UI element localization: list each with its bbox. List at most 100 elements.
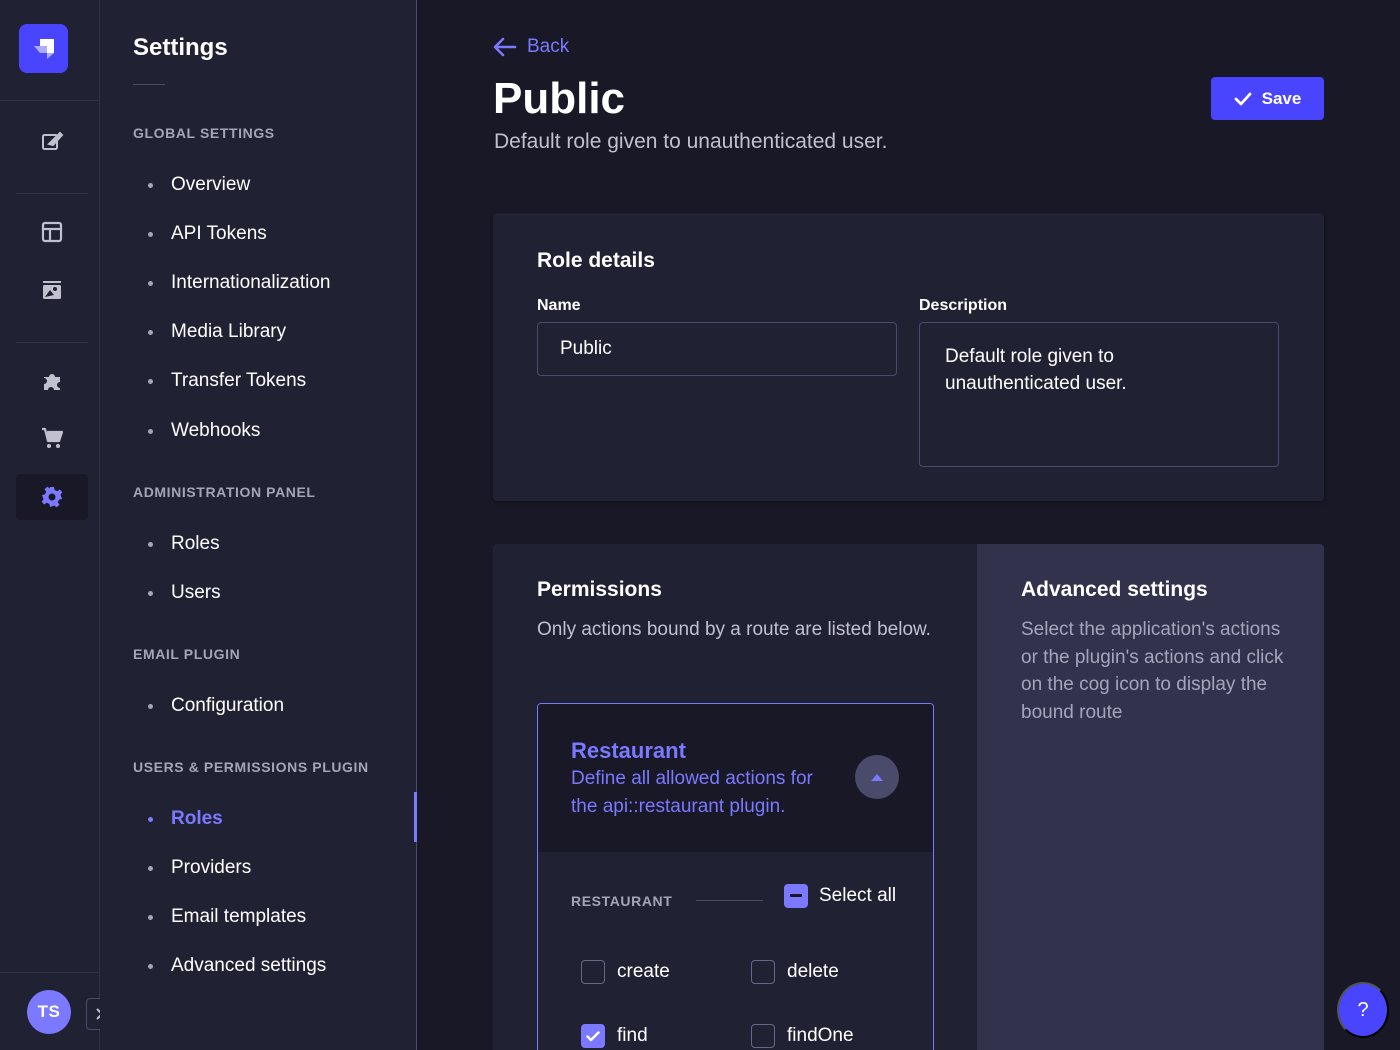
shopping-cart-icon	[42, 427, 64, 448]
role-details-card: Role details Name Public Description Def…	[493, 213, 1324, 501]
advanced-settings-description: Select the application's actions or the …	[1021, 619, 1284, 723]
name-label: Name	[537, 297, 581, 314]
action-label: delete	[787, 961, 839, 982]
accordion-title: Restaurant	[571, 738, 686, 763]
nav-item-api-tokens[interactable]: API Tokens	[100, 213, 416, 255]
strapi-logo-icon	[33, 38, 54, 59]
action-find-checkbox[interactable]: find	[581, 1024, 648, 1048]
rail-divider	[0, 972, 100, 973]
back-link[interactable]: Back	[493, 33, 569, 61]
nav-item-label: Configuration	[171, 695, 285, 716]
nav-item-label: Advanced settings	[171, 955, 327, 976]
nav-item-label: API Tokens	[171, 223, 267, 244]
action-label: find	[617, 1025, 648, 1046]
nav-item-configuration[interactable]: Configuration	[100, 685, 416, 727]
nav-section-global-settings: Global Settings	[133, 125, 275, 141]
page-subtitle: Default role given to unauthenticated us…	[494, 130, 888, 153]
checkbox-icon	[581, 960, 605, 984]
action-delete-checkbox[interactable]: delete	[751, 960, 839, 984]
settings-nav-title: Settings	[133, 34, 228, 61]
section-divider	[696, 900, 763, 901]
rail-divider	[16, 342, 88, 343]
nav-item-users[interactable]: Users	[100, 572, 416, 614]
nav-item-media-library[interactable]: Media Library	[100, 311, 416, 353]
role-details-title: Role details	[537, 249, 655, 272]
nav-item-label: Media Library	[171, 321, 287, 342]
bullet-icon	[148, 963, 153, 969]
action-create-checkbox[interactable]: create	[581, 960, 670, 984]
puzzle-icon	[44, 374, 60, 390]
nav-item-up-roles[interactable]: Roles	[100, 792, 417, 842]
app-logo[interactable]	[19, 24, 68, 73]
name-input[interactable]: Public	[537, 322, 897, 376]
description-textarea[interactable]: Default role given to unauthenticated us…	[919, 322, 1279, 467]
gear-icon	[41, 486, 63, 508]
bullet-icon	[148, 280, 153, 286]
select-all-checkbox[interactable]: Select all	[784, 884, 896, 908]
bullet-icon	[148, 541, 153, 547]
image-icon	[43, 281, 61, 299]
nav-item-label: Users	[171, 582, 221, 603]
rail-divider	[16, 193, 88, 194]
action-label: findOne	[787, 1025, 854, 1046]
nav-item-admin-roles[interactable]: Roles	[100, 523, 416, 565]
nav-section-users-permissions-plugin: Users & Permissions Plugin	[133, 759, 369, 775]
plugins-button[interactable]	[16, 358, 88, 404]
bullet-icon	[148, 182, 153, 188]
nav-item-label: Email templates	[171, 906, 307, 927]
feather-icon	[42, 131, 64, 150]
nav-item-label: Roles	[171, 533, 220, 554]
content-type-builder-button[interactable]	[16, 209, 88, 255]
bullet-icon	[148, 231, 153, 237]
bullet-icon	[148, 378, 153, 384]
restaurant-accordion: Restaurant Define all allowed actions fo…	[537, 703, 934, 1050]
nav-item-transfer-tokens[interactable]: Transfer Tokens	[100, 360, 416, 402]
media-library-button[interactable]	[16, 267, 88, 313]
arrow-left-icon	[493, 37, 517, 57]
permissions-title: Permissions	[537, 578, 662, 601]
user-avatar[interactable]: TS	[27, 990, 71, 1034]
permissions-description: Only actions bound by a route are listed…	[537, 619, 931, 640]
bullet-icon	[148, 329, 153, 335]
content-manager-button[interactable]	[16, 118, 88, 164]
advanced-settings-panel: Advanced settings Select the application…	[977, 544, 1324, 1050]
marketplace-button[interactable]	[16, 415, 88, 461]
action-findone-checkbox[interactable]: findOne	[751, 1024, 854, 1048]
nav-item-advanced-settings[interactable]: Advanced settings	[100, 945, 416, 987]
settings-button[interactable]	[16, 474, 88, 520]
back-link-label: Back	[527, 36, 570, 57]
rail-divider	[0, 100, 100, 101]
nav-item-webhooks[interactable]: Webhooks	[100, 410, 416, 452]
save-button-label: Save	[1261, 88, 1302, 108]
description-label: Description	[919, 297, 1008, 314]
nav-item-providers[interactable]: Providers	[100, 847, 416, 889]
save-button[interactable]: Save	[1211, 77, 1324, 120]
bullet-icon	[148, 590, 153, 596]
accordion-header[interactable]: Restaurant Define all allowed actions fo…	[538, 704, 933, 852]
nav-item-internationalization[interactable]: Internationalization	[100, 262, 416, 304]
nav-item-email-templates[interactable]: Email templates	[100, 896, 416, 938]
nav-item-label: Internationalization	[171, 272, 331, 293]
action-label: create	[617, 961, 670, 982]
nav-section-administration-panel: Administration Panel	[133, 484, 316, 500]
check-icon	[1234, 92, 1252, 105]
bullet-icon	[148, 914, 153, 920]
settings-nav-divider	[133, 84, 165, 85]
permissions-card: Permissions Only actions bound by a rout…	[493, 544, 1324, 1050]
accordion-section-label: RESTAURANT	[571, 893, 673, 909]
nav-item-overview[interactable]: Overview	[100, 164, 416, 206]
nav-section-email-plugin: Email Plugin	[133, 646, 241, 662]
settings-nav: Settings Global Settings Overview API To…	[100, 0, 417, 1050]
page-title: Public	[493, 74, 626, 123]
indeterminate-checkbox-icon	[784, 884, 808, 908]
bullet-icon	[148, 816, 153, 822]
checkbox-icon	[751, 960, 775, 984]
nav-item-label: Webhooks	[171, 420, 261, 441]
nav-item-label: Providers	[171, 857, 252, 878]
help-button[interactable]: ?	[1337, 982, 1389, 1038]
nav-item-label: Roles	[171, 808, 223, 829]
accordion-toggle-button[interactable]	[855, 755, 899, 799]
select-all-label: Select all	[819, 885, 897, 906]
main-nav-rail: TS	[0, 0, 111, 1050]
checkbox-icon	[751, 1024, 775, 1048]
